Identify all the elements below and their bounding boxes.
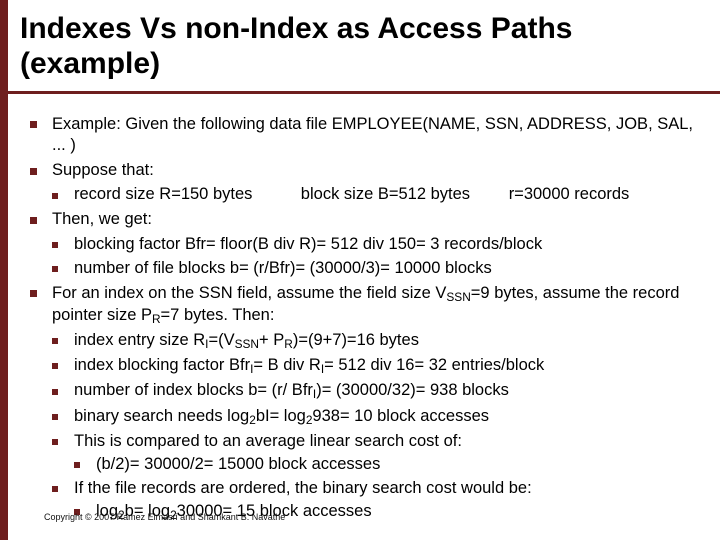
bullet-linear-cost: (b/2)= 30000/2= 15000 block accesses bbox=[30, 454, 704, 475]
bullet-blocking-factor: blocking factor Bfr= floor(B div R)= 512… bbox=[30, 234, 704, 255]
record-size: record size R=150 bytes bbox=[74, 184, 301, 205]
bullet-if-ordered: If the file records are ordered, the bin… bbox=[30, 478, 704, 499]
bullet-index-entry-size: index entry size RI=(VSSN+ PR)=(9+7)=16 … bbox=[30, 330, 704, 352]
bullet-then: Then, we get: bbox=[30, 209, 704, 230]
bullet-compared: This is compared to an average linear se… bbox=[30, 431, 704, 452]
block-size: block size B=512 bytes bbox=[301, 184, 509, 205]
left-accent-bar bbox=[0, 0, 8, 540]
bullet-example: Example: Given the following data file E… bbox=[30, 114, 704, 156]
copyright: Copyright © 2007 Ramez Elmasri and Shamk… bbox=[44, 512, 285, 522]
bullet-file-blocks: number of file blocks b= (r/Bfr)= (30000… bbox=[30, 258, 704, 279]
bullet-binary-search: binary search needs log2bI= log2938= 10 … bbox=[30, 406, 704, 428]
bullet-record-size: record size R=150 bytes block size B=512… bbox=[30, 184, 704, 205]
num-records: r=30000 records bbox=[509, 184, 704, 205]
slide-content: Example: Given the following data file E… bbox=[0, 94, 720, 523]
bullet-suppose: Suppose that: bbox=[30, 160, 704, 181]
slide: { "title": "Indexes Vs non-Index as Acce… bbox=[0, 0, 720, 540]
slide-title: Indexes Vs non-Index as Access Paths (ex… bbox=[0, 0, 720, 91]
bullet-index-assume: For an index on the SSN field, assume th… bbox=[30, 283, 704, 327]
bullet-index-blocks: number of index blocks b= (r/ BfrI)= (30… bbox=[30, 380, 704, 402]
bullet-index-blocking-factor: index blocking factor BfrI= B div RI= 51… bbox=[30, 355, 704, 377]
